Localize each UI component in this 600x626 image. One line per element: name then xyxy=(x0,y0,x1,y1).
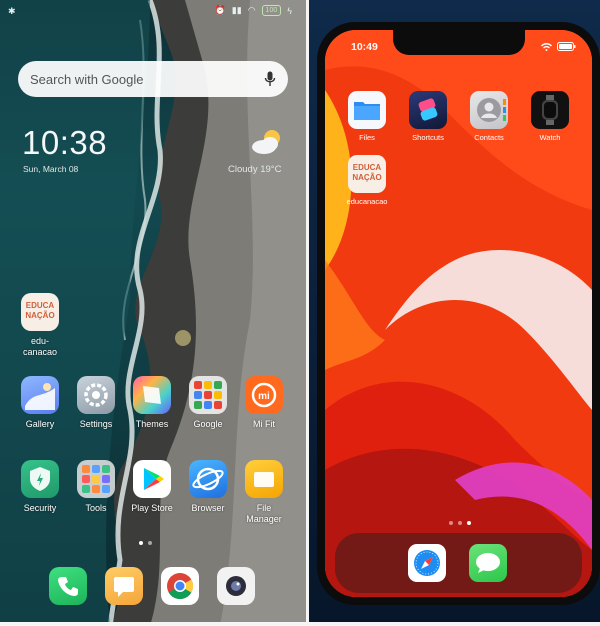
app-contacts[interactable]: Contacts xyxy=(459,91,519,142)
dock-messages[interactable] xyxy=(94,567,154,605)
app-label: Google xyxy=(193,419,223,429)
search-placeholder: Search with Google xyxy=(30,71,144,87)
android-home-screen: ✱ ⏰ ▮▮ ◠ 100 ϟ Search with Google 10:38 … xyxy=(0,0,306,626)
educacao-logo-icon: EDUCA NAÇÃO xyxy=(348,155,386,193)
wifi-icon: ◠ xyxy=(247,5,256,15)
app-label: Gallery xyxy=(25,419,55,429)
contacts-icon xyxy=(470,91,508,129)
page-dot xyxy=(449,521,453,525)
microphone-icon[interactable] xyxy=(264,71,276,87)
app-educanacao[interactable]: EDUCA NAÇÃO educanacao xyxy=(337,155,397,206)
logo-text-line1: EDUCA xyxy=(25,301,55,310)
app-security[interactable]: Security xyxy=(10,460,70,514)
app-label: Contacts xyxy=(474,133,504,142)
bottom-strip xyxy=(0,622,600,626)
dock-phone[interactable] xyxy=(38,567,98,605)
mi-fit-icon: mi xyxy=(245,376,283,414)
app-educanacao[interactable]: EDUCA NAÇÃO edu- canacao xyxy=(10,293,70,358)
page-dot xyxy=(139,541,143,545)
safari-icon xyxy=(408,544,446,582)
ios-status-time: 10:49 xyxy=(351,41,378,53)
battery-indicator: 100 xyxy=(261,5,282,16)
file-manager-icon xyxy=(245,460,283,498)
page-dot xyxy=(148,541,152,545)
clock-widget[interactable]: 10:38 xyxy=(22,124,107,162)
chrome-icon xyxy=(161,567,199,605)
weather-label: Cloudy 19°C xyxy=(228,164,282,175)
charging-icon: ϟ xyxy=(287,5,292,16)
logo-text-line2: NAÇÃO xyxy=(352,173,382,182)
google-search-bar[interactable]: Search with Google xyxy=(18,61,288,97)
app-browser[interactable]: Browser xyxy=(178,460,238,514)
gallery-icon xyxy=(21,376,59,414)
app-gallery[interactable]: Gallery xyxy=(10,376,70,430)
notch xyxy=(393,30,525,55)
app-label: Tools xyxy=(85,503,107,513)
themes-icon xyxy=(133,376,171,414)
dock-messages[interactable] xyxy=(458,544,518,582)
app-label: edu- canacao xyxy=(22,336,58,357)
dock-camera[interactable] xyxy=(206,567,266,605)
google-folder-icon xyxy=(189,376,227,414)
app-label: Settings xyxy=(79,419,113,429)
ios-dock xyxy=(335,533,582,593)
app-watch[interactable]: Watch xyxy=(520,91,580,142)
security-shield-icon xyxy=(21,460,59,498)
bluetooth-icon: ✱ xyxy=(8,6,16,16)
app-mi-fit[interactable]: mi Mi Fit xyxy=(234,376,294,430)
app-files[interactable]: Files xyxy=(337,91,397,142)
app-file-manager[interactable]: File Manager xyxy=(234,460,294,525)
ios-home-screen: 10:49 Files Shortcuts Contacts Watch EDU… xyxy=(325,30,592,597)
app-label: File Manager xyxy=(246,503,282,524)
app-label: Mi Fit xyxy=(253,419,275,429)
app-label: Files xyxy=(359,133,375,142)
files-folder-icon xyxy=(348,91,386,129)
screen-recording: ✱ ⏰ ▮▮ ◠ 100 ϟ Search with Google 10:38 … xyxy=(0,0,600,626)
battery-icon xyxy=(557,42,576,51)
app-label: Security xyxy=(23,503,57,513)
app-label: Play Store xyxy=(131,503,173,513)
page-indicator xyxy=(139,541,152,545)
play-store-icon xyxy=(133,460,171,498)
logo-text-line2: NAÇÃO xyxy=(25,311,55,320)
messages-icon xyxy=(469,544,507,582)
camera-icon xyxy=(217,567,255,605)
tools-folder-icon xyxy=(77,460,115,498)
wifi-icon xyxy=(541,42,552,51)
app-tools-folder[interactable]: Tools xyxy=(66,460,126,514)
page-dot xyxy=(458,521,462,525)
educacao-logo-icon: EDUCA NAÇÃO xyxy=(21,293,59,331)
signal-icon: ▮▮ xyxy=(231,5,242,15)
app-google-folder[interactable]: Google xyxy=(178,376,238,430)
settings-gear-icon xyxy=(77,376,115,414)
iphone-frame: 10:49 Files Shortcuts Contacts Watch EDU… xyxy=(317,22,600,605)
cloudy-sun-icon xyxy=(252,130,280,154)
browser-icon xyxy=(189,460,227,498)
phone-icon xyxy=(49,567,87,605)
app-label: Themes xyxy=(135,419,169,429)
page-dot xyxy=(467,521,471,525)
app-shortcuts[interactable]: Shortcuts xyxy=(398,91,458,142)
dock-chrome[interactable] xyxy=(150,567,210,605)
app-play-store[interactable]: Play Store xyxy=(122,460,182,514)
app-settings[interactable]: Settings xyxy=(66,376,126,430)
alarm-icon: ⏰ xyxy=(214,5,226,15)
dock-safari[interactable] xyxy=(397,544,457,582)
app-label: Watch xyxy=(539,133,561,142)
app-label: Browser xyxy=(191,503,225,513)
svg-text:mi: mi xyxy=(258,391,270,402)
page-indicator xyxy=(449,521,471,525)
app-label: educanacao xyxy=(346,197,388,206)
app-themes[interactable]: Themes xyxy=(122,376,182,430)
shortcuts-icon xyxy=(409,91,447,129)
logo-text-line1: EDUCA xyxy=(352,163,382,172)
date-label: Sun, March 08 xyxy=(23,164,79,174)
android-status-bar: ✱ ⏰ ▮▮ ◠ 100 ϟ xyxy=(0,0,306,22)
watch-icon xyxy=(531,91,569,129)
ios-status-icons xyxy=(541,42,576,51)
messages-icon xyxy=(105,567,143,605)
app-label: Shortcuts xyxy=(412,133,444,142)
split-divider xyxy=(306,0,309,626)
